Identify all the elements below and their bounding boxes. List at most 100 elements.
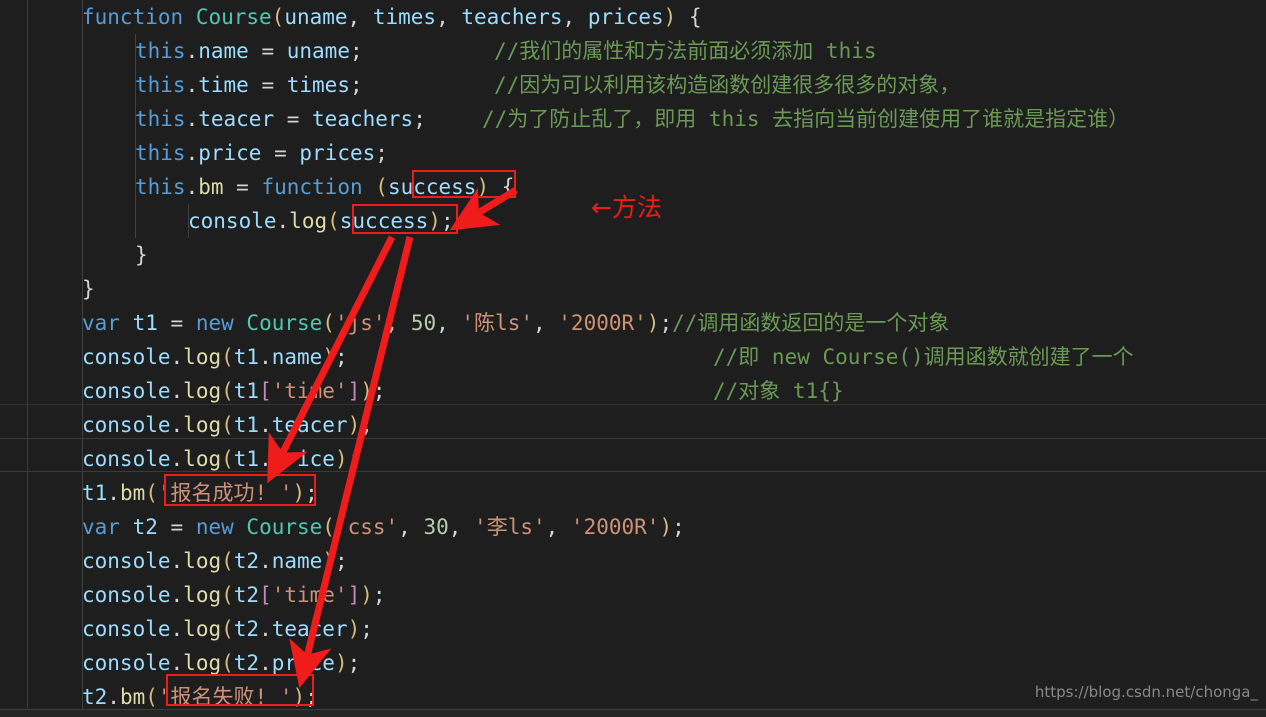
token-string-css: 'css' (334, 515, 399, 539)
token-prop-price-20: price (271, 651, 335, 675)
token-console-19: console (82, 617, 171, 641)
code-comment-5: //即 new Course()调用函数就创建了一个 (713, 345, 1134, 369)
token-string-price-t1: '2000R' (558, 311, 647, 335)
token-this-2: this (135, 39, 186, 63)
token-console-11: console (82, 345, 171, 369)
code-line-9: } (82, 277, 95, 301)
code-comment-3: //为了防止乱了，即用 this 去指向当前创建使用了谁就是指定谁） (482, 107, 1130, 131)
token-this-3: this (135, 73, 186, 97)
token-this-5: this (135, 141, 186, 165)
token-method-log-13: log (183, 413, 222, 437)
token-number-50: 50 (410, 311, 437, 335)
code-line-5: this.price = prices; (135, 141, 388, 165)
token-var-t1-14: t1 (233, 447, 260, 471)
token-var-t2-18: t2 (233, 583, 260, 607)
token-string-js: 'js' (334, 311, 386, 335)
token-console: console (188, 209, 277, 233)
token-this-4: this (135, 107, 186, 131)
token-method-log-19: log (183, 617, 222, 641)
token-var-t1-13: t1 (233, 413, 260, 437)
code-line-4: this.teacer = teachers; (135, 107, 426, 131)
token-var-t2-20: t2 (233, 651, 260, 675)
token-method-bm-15: bm (119, 481, 146, 505)
code-line-12: console.log(t1['time']); (82, 379, 386, 403)
token-param-uname: uname (284, 5, 348, 29)
code-comment-2: //因为可以利用该构造函数创建很多很多的对象， (494, 73, 961, 97)
token-keyword-function-expr: function (261, 175, 363, 199)
code-line-1: function Course(uname, times, teachers, … (82, 5, 702, 29)
token-arg-times: times (286, 73, 350, 97)
code-line-2: this.name = uname; (135, 39, 363, 63)
code-line-6: this.bm = function (success) { (135, 175, 515, 199)
token-arg-success: success (339, 209, 429, 233)
code-line-14: console.log(t1.price); (82, 447, 361, 471)
code-line-13: console.log(t1.teacer); (82, 413, 373, 437)
token-keyword-function: function (82, 5, 184, 29)
token-console-14: console (82, 447, 171, 471)
code-line-11: console.log(t1.name); (82, 345, 348, 369)
editor-screenshot: function Course(uname, times, teachers, … (0, 0, 1266, 717)
code-line-20: console.log(t2.price); (82, 651, 361, 675)
token-arg-uname: uname (286, 39, 350, 63)
token-console-20: console (82, 651, 171, 675)
token-string-fail-msg: '报名失败! ' (157, 685, 293, 709)
token-ctor-course-t2: Course (246, 515, 323, 539)
code-line-15: t1.bm('报名成功! '); (82, 481, 318, 505)
token-prop-price: price (198, 141, 262, 165)
token-var-t2-19: t2 (233, 617, 260, 641)
token-param-teachers: teachers (461, 5, 563, 29)
token-keyword-new-t2: new (195, 515, 234, 539)
token-prop-teacer-13: teacer (271, 413, 348, 437)
token-console-13: console (82, 413, 171, 437)
code-comment-1: //我们的属性和方法前面必须添加 this (494, 39, 877, 63)
token-string-time-key-18: 'time' (271, 583, 348, 607)
token-arg-teachers: teachers (312, 107, 414, 131)
token-prop-name: name (198, 39, 249, 63)
token-method-log-20: log (183, 651, 222, 675)
token-prop-name-17: name (271, 549, 323, 573)
token-method-log-11: log (183, 345, 222, 369)
token-var-t1-12: t1 (233, 379, 260, 403)
code-line-10: var t1 = new Course('js', 50, '陈ls', '20… (82, 311, 950, 335)
token-param-success: success (387, 175, 477, 199)
token-var-t2-17: t2 (233, 549, 260, 573)
code-line-3: this.time = times; (135, 73, 363, 97)
token-console-18: console (82, 583, 171, 607)
token-method-log-17: log (183, 549, 222, 573)
watermark-url: https://blog.csdn.net/chonga_ (1034, 683, 1258, 701)
code-line-16: var t2 = new Course('css', 30, '李ls', '2… (82, 515, 685, 539)
token-keyword-var-t2: var (82, 515, 120, 539)
token-method-log-12: log (183, 379, 222, 403)
token-var-t1: t1 (132, 311, 158, 335)
token-number-30: 30 (423, 515, 449, 539)
editor-bottom-bar (0, 709, 1266, 717)
code-comment-4: //调用函数返回的是一个对象 (672, 311, 950, 335)
token-method-log: log (289, 209, 328, 233)
token-prop-price-14: price (271, 447, 335, 471)
token-prop-teacer-19: teacer (271, 617, 348, 641)
token-string-li: '李ls' (474, 515, 546, 539)
token-string-success-msg: '报名成功! ' (157, 481, 293, 505)
token-prop-name-11: name (271, 345, 323, 369)
token-var-t1-15: t1 (82, 481, 108, 505)
token-function-name-course: Course (195, 5, 272, 29)
token-keyword-new-t1: new (195, 311, 234, 335)
token-prop-bm: bm (198, 175, 224, 199)
token-method-log-18: log (183, 583, 222, 607)
token-string-chen: '陈ls' (461, 311, 533, 335)
code-comment-6: //对象 t1{} (713, 379, 844, 403)
code-content[interactable]: function Course(uname, times, teachers, … (0, 0, 1266, 717)
token-this-6: this (135, 175, 186, 199)
token-var-t1-11: t1 (233, 345, 260, 369)
code-line-8: } (135, 243, 148, 267)
token-method-log-14: log (183, 447, 222, 471)
token-var-t2-21: t2 (82, 685, 108, 709)
code-line-7: console.log(success); (188, 209, 454, 233)
token-prop-time: time (198, 73, 249, 97)
token-prop-teacer: teacer (198, 107, 275, 131)
code-line-17: console.log(t2.name); (82, 549, 348, 573)
token-string-time-key-12: 'time' (271, 379, 348, 403)
code-line-18: console.log(t2['time']); (82, 583, 386, 607)
token-arg-prices: prices (299, 141, 376, 165)
token-ctor-course-t1: Course (246, 311, 323, 335)
